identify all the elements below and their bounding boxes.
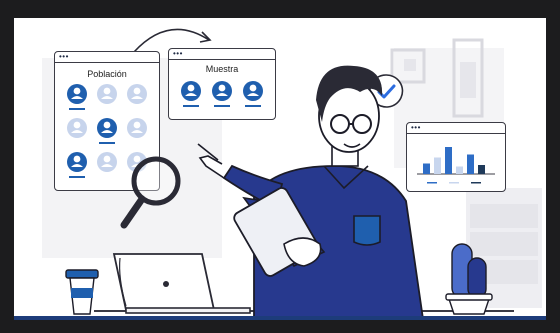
mini-chart-bar bbox=[478, 165, 485, 174]
magnifying-glass-icon bbox=[120, 156, 181, 229]
coffee-cup-icon bbox=[65, 269, 99, 315]
laptop-icon bbox=[112, 253, 251, 314]
mini-chart-legend-swatch bbox=[449, 182, 459, 184]
bottom-accent-line bbox=[14, 316, 546, 320]
illustration-canvas: ••• Población ••• Muestra ••• bbox=[14, 18, 546, 320]
mini-chart-bar bbox=[467, 154, 474, 174]
cactus-plant-icon bbox=[445, 243, 493, 315]
window-dots: ••• bbox=[59, 52, 69, 61]
window-dots: ••• bbox=[173, 49, 183, 58]
mini-chart-legend-swatch bbox=[471, 182, 481, 184]
screen-frame: ••• Población ••• Muestra ••• bbox=[0, 0, 560, 333]
mini-chart-bar bbox=[456, 166, 463, 174]
window-titlebar: ••• bbox=[55, 52, 159, 63]
mini-chart-bar bbox=[445, 147, 452, 174]
